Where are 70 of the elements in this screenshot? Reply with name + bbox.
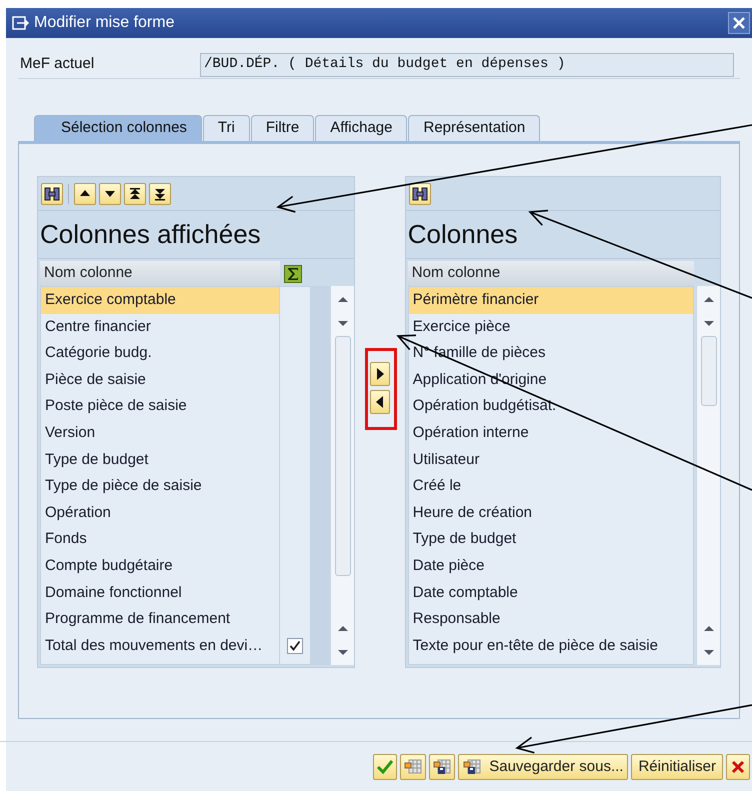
move-down-button[interactable]: [99, 182, 121, 204]
save-as-button[interactable]: Sauvegarder sous...: [458, 754, 628, 780]
list-row[interactable]: Programme de financement: [41, 606, 279, 633]
scrollbar-thumb[interactable]: [700, 336, 716, 406]
add-column-button[interactable]: [370, 362, 390, 386]
left-arrow-icon: [374, 395, 385, 409]
panel-title: Colonnes: [408, 218, 518, 251]
close-icon: [733, 17, 745, 29]
reset-button[interactable]: Réinitialiser: [631, 754, 723, 780]
column-header[interactable]: Nom colonne: [408, 261, 694, 286]
remove-column-button[interactable]: [370, 390, 390, 414]
list-row[interactable]: Opération budgétisat.: [408, 393, 693, 420]
list-row[interactable]: Type de budget: [41, 446, 279, 474]
list-row[interactable]: Catégorie budg.: [41, 340, 279, 367]
list-row[interactable]: Utilisateur: [408, 446, 693, 474]
table-save-icon: [433, 759, 452, 775]
list-row[interactable]: Périmètre financier: [408, 287, 693, 314]
right-arrow-icon: [374, 367, 385, 381]
list-row[interactable]: Poste pièce de saisie: [41, 393, 279, 420]
layout-button[interactable]: [400, 754, 426, 780]
move-top-button[interactable]: [124, 182, 146, 204]
list-row[interactable]: N° famille de pièces: [408, 340, 693, 367]
list-row[interactable]: Opération interne: [408, 420, 693, 447]
list-row[interactable]: Heure de création: [408, 500, 693, 526]
list-row[interactable]: Fonds: [41, 526, 279, 553]
list-row[interactable]: Type de pièce de saisie: [41, 473, 279, 500]
checkbox[interactable]: [287, 638, 303, 654]
up-arrow-icon: [127, 186, 143, 202]
panel-title: Colonnes affichées: [40, 218, 261, 251]
checkmark-icon: [376, 759, 394, 775]
move-up-button[interactable]: [74, 182, 96, 204]
tab[interactable]: Filtre: [250, 115, 314, 141]
tab[interactable]: Tri: [202, 115, 250, 141]
binoculars-icon: [44, 186, 60, 202]
list-row[interactable]: Texte pour en-tête de pièce de saisie: [408, 632, 693, 660]
edit-window-icon: [12, 15, 30, 31]
move-bottom-button[interactable]: [149, 182, 171, 204]
table-icon: [404, 759, 422, 775]
scrollbar-thumb[interactable]: [334, 336, 350, 576]
find-button[interactable]: [41, 182, 63, 204]
column-header[interactable]: Nom colonne: [40, 261, 280, 286]
table-save-icon: [463, 759, 482, 775]
list-row[interactable]: Domaine fonctionnel: [41, 580, 279, 606]
close-button[interactable]: [728, 12, 750, 34]
ok-button[interactable]: [373, 754, 398, 780]
list-row[interactable]: Date pièce: [408, 552, 693, 580]
tab[interactable]: Affichage: [315, 115, 408, 141]
list-row[interactable]: Date comptable: [408, 580, 693, 606]
save-button[interactable]: [429, 754, 456, 780]
layout-field[interactable]: /BUD.DÉP. ( Détails du budget en dépenses ): [200, 52, 734, 76]
list-row[interactable]: Responsable: [408, 606, 693, 633]
list-row[interactable]: Compte budgétaire: [41, 552, 279, 580]
list-row[interactable]: Exercice pièce: [408, 314, 693, 340]
list-row[interactable]: Opération: [41, 500, 279, 526]
list-row[interactable]: Exercice comptable: [41, 287, 279, 314]
list-row[interactable]: Version: [41, 420, 279, 447]
list-row[interactable]: Type de budget: [408, 526, 693, 553]
binoculars-icon: [412, 186, 428, 202]
sum-icon[interactable]: [284, 264, 302, 282]
cancel-button[interactable]: [726, 754, 750, 780]
find-button[interactable]: [408, 182, 431, 204]
close-icon: [731, 760, 745, 774]
tab[interactable]: Représentation: [408, 115, 540, 141]
list-row[interactable]: Pièce de saisie: [41, 366, 279, 394]
list-row[interactable]: Centre financier: [41, 314, 279, 340]
list-row[interactable]: Total des mouvements en devi…: [41, 632, 279, 660]
window-title: Modifier mise forme: [34, 13, 176, 33]
tab[interactable]: Sélection colonnes: [34, 115, 202, 141]
field-label: MeF actuel: [19, 54, 96, 74]
list-row[interactable]: Créé le: [408, 473, 693, 500]
